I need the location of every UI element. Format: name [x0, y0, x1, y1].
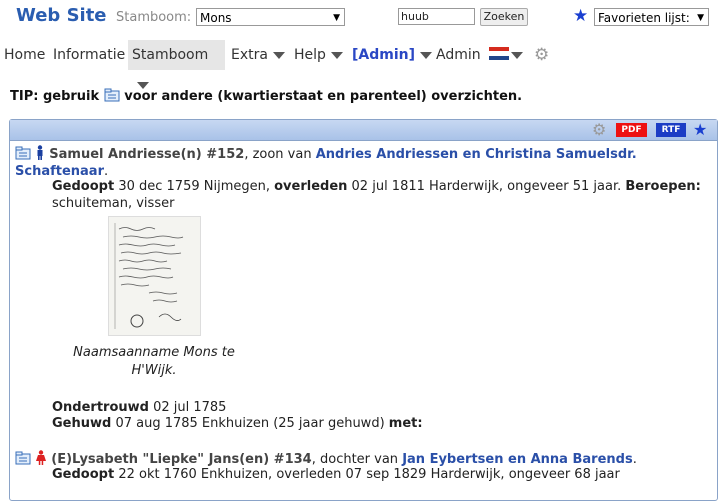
favorites-select-value: Favorieten lijst: — [598, 11, 690, 25]
caret-down-icon — [272, 51, 285, 59]
language-menu[interactable] — [509, 40, 523, 70]
caret-down-icon — [420, 51, 433, 59]
star-icon[interactable]: ★ — [693, 120, 707, 139]
period: . — [104, 164, 109, 179]
stamboom-label: Stamboom: — [116, 10, 192, 25]
folder-icon — [104, 88, 120, 102]
menu-home-label: Home — [4, 47, 46, 63]
photo-caption: Naamsaanname Mons te H'Wijk. — [73, 345, 235, 378]
pdf-button[interactable]: PDF — [616, 123, 647, 137]
gehuwd-value: 07 aug 1785 Enkhuizen (25 jaar gehuwd) — [111, 416, 389, 431]
menu-stamboom[interactable]: Stamboom — [128, 40, 225, 89]
rtf-button[interactable]: RTF — [656, 123, 686, 137]
menu-admin-bracket-label: [Admin] — [352, 47, 416, 63]
search-button[interactable]: Zoeken — [480, 8, 528, 26]
stamboom-select-value: Mons — [200, 11, 232, 25]
gear-icon[interactable]: ⚙ — [534, 40, 549, 70]
handwritten-document-image — [109, 217, 200, 335]
menu-help[interactable]: Help — [294, 40, 343, 70]
occupation-value: schuiteman, visser — [52, 196, 175, 211]
gear-icon[interactable]: ⚙ — [592, 120, 606, 139]
stamboom-select[interactable]: Mons ▼ — [196, 8, 345, 26]
star-icon[interactable]: ★ — [573, 6, 588, 26]
site-title[interactable]: Web Site — [16, 5, 107, 26]
died-label: overleden — [274, 179, 348, 194]
period: . — [632, 452, 637, 467]
person-name: Samuel Andriesse(n) #152 — [49, 147, 245, 162]
relation-text: , dochter van — [311, 452, 403, 467]
top-bar: Web Site Stamboom: Mons ▼ huub Zoeken ★ … — [0, 0, 725, 36]
died-value: 02 jul 1811 Harderwijk, ongeveer 51 jaar… — [347, 179, 626, 194]
caret-down-icon — [330, 51, 343, 59]
search-input[interactable]: huub — [398, 8, 475, 25]
baptized-label: Gedoopt — [52, 179, 115, 194]
ondertrouwd-value: 02 jul 1785 — [148, 400, 227, 415]
menu-admin-label: Admin — [436, 47, 481, 63]
occupation-label: Beroepen: — [625, 179, 701, 194]
menu-stamboom-label: Stamboom — [132, 47, 209, 63]
spouse-name: (E)Lysabeth "Liepke" Jans(en) #134 — [51, 452, 312, 467]
baptized-label: Gedoopt — [52, 467, 115, 482]
tip-suffix: voor andere (kwartierstaat en parenteel)… — [124, 89, 523, 104]
document-photo[interactable] — [108, 216, 201, 336]
menu-informatie-label: Informatie — [53, 47, 126, 63]
menu-help-label: Help — [294, 47, 326, 63]
marriage-married: Gehuwd 07 aug 1785 Enkhuizen (25 jaar ge… — [52, 415, 717, 432]
marriage-engaged: Ondertrouwd 02 jul 1785 — [52, 399, 717, 416]
folder-icon[interactable] — [15, 451, 31, 465]
person-details: Gedoopt 30 dec 1759 Nijmegen, overleden … — [52, 178, 717, 212]
chevron-down-icon: ▼ — [697, 13, 704, 23]
menu-admin-bracket[interactable]: [Admin] — [352, 40, 433, 70]
relation-text: , zoon van — [244, 147, 316, 162]
male-icon — [37, 145, 43, 160]
baptized-value: 22 okt 1760 Enkhuizen, overleden 07 sep … — [114, 467, 620, 482]
menu-extra[interactable]: Extra — [231, 40, 285, 70]
person-entry: Samuel Andriesse(n) #152, zoon van Andri… — [15, 145, 715, 180]
main-menu: Home Informatie Stamboom Extra Help [Adm… — [0, 40, 725, 89]
gehuwd-label: Gehuwd — [52, 416, 112, 431]
baptized-value: 30 dec 1759 Nijmegen, — [114, 179, 275, 194]
spouse-parents-link[interactable]: Jan Eybertsen en Anna Barends — [402, 452, 633, 467]
menu-admin[interactable]: Admin — [436, 40, 481, 70]
flag-nl-icon[interactable] — [489, 47, 509, 60]
menu-informatie[interactable]: Informatie — [53, 40, 125, 70]
tip-line: TIP: gebruik voor andere (kwartierstaat … — [10, 88, 522, 104]
ondertrouwd-label: Ondertrouwd — [52, 400, 149, 415]
female-icon — [36, 450, 47, 465]
panel-toolbar: ⚙ PDF RTF ★ — [10, 120, 717, 141]
chevron-down-icon: ▼ — [333, 13, 340, 23]
caret-down-icon — [511, 51, 523, 59]
spouse-details: Gedoopt 22 okt 1760 Enkhuizen, overleden… — [52, 466, 717, 483]
met-label: met: — [388, 416, 423, 431]
menu-home[interactable]: Home — [4, 40, 45, 70]
tip-prefix: TIP: gebruik — [10, 89, 100, 104]
menu-extra-label: Extra — [231, 47, 268, 63]
favorites-select[interactable]: Favorieten lijst: ▼ — [594, 8, 709, 26]
folder-icon[interactable] — [15, 146, 31, 160]
